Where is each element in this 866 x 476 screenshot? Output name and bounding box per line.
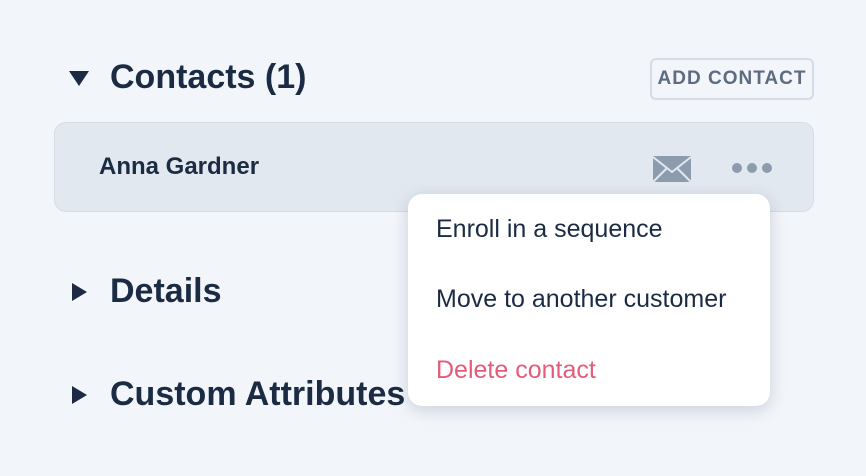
- add-contact-button[interactable]: ADD CONTACT: [650, 58, 814, 100]
- custom-attributes-section-title: Custom Attributes: [110, 375, 406, 413]
- details-section-header[interactable]: Details: [68, 272, 222, 311]
- triangle-down-icon[interactable]: [68, 67, 90, 89]
- menu-item-move-customer[interactable]: Move to another customer: [408, 264, 770, 335]
- details-section-title: Details: [110, 272, 222, 310]
- triangle-right-icon[interactable]: [68, 281, 90, 303]
- menu-item-delete-contact[interactable]: Delete contact: [408, 335, 770, 406]
- contact-actions-menu: Enroll in a sequence Move to another cus…: [408, 194, 770, 406]
- envelope-icon[interactable]: [652, 155, 692, 183]
- custom-attributes-section-header[interactable]: Custom Attributes: [68, 375, 405, 414]
- contact-name: Anna Gardner: [99, 153, 260, 180]
- triangle-right-icon[interactable]: [68, 384, 90, 406]
- contacts-panel: Contacts (1) ADD CONTACT Anna Gardner De…: [0, 0, 866, 476]
- menu-item-enroll-sequence[interactable]: Enroll in a sequence: [408, 208, 770, 250]
- contacts-section-title: Contacts (1): [110, 58, 307, 96]
- contacts-section-header[interactable]: Contacts (1): [68, 58, 306, 97]
- ellipsis-icon[interactable]: [731, 159, 773, 177]
